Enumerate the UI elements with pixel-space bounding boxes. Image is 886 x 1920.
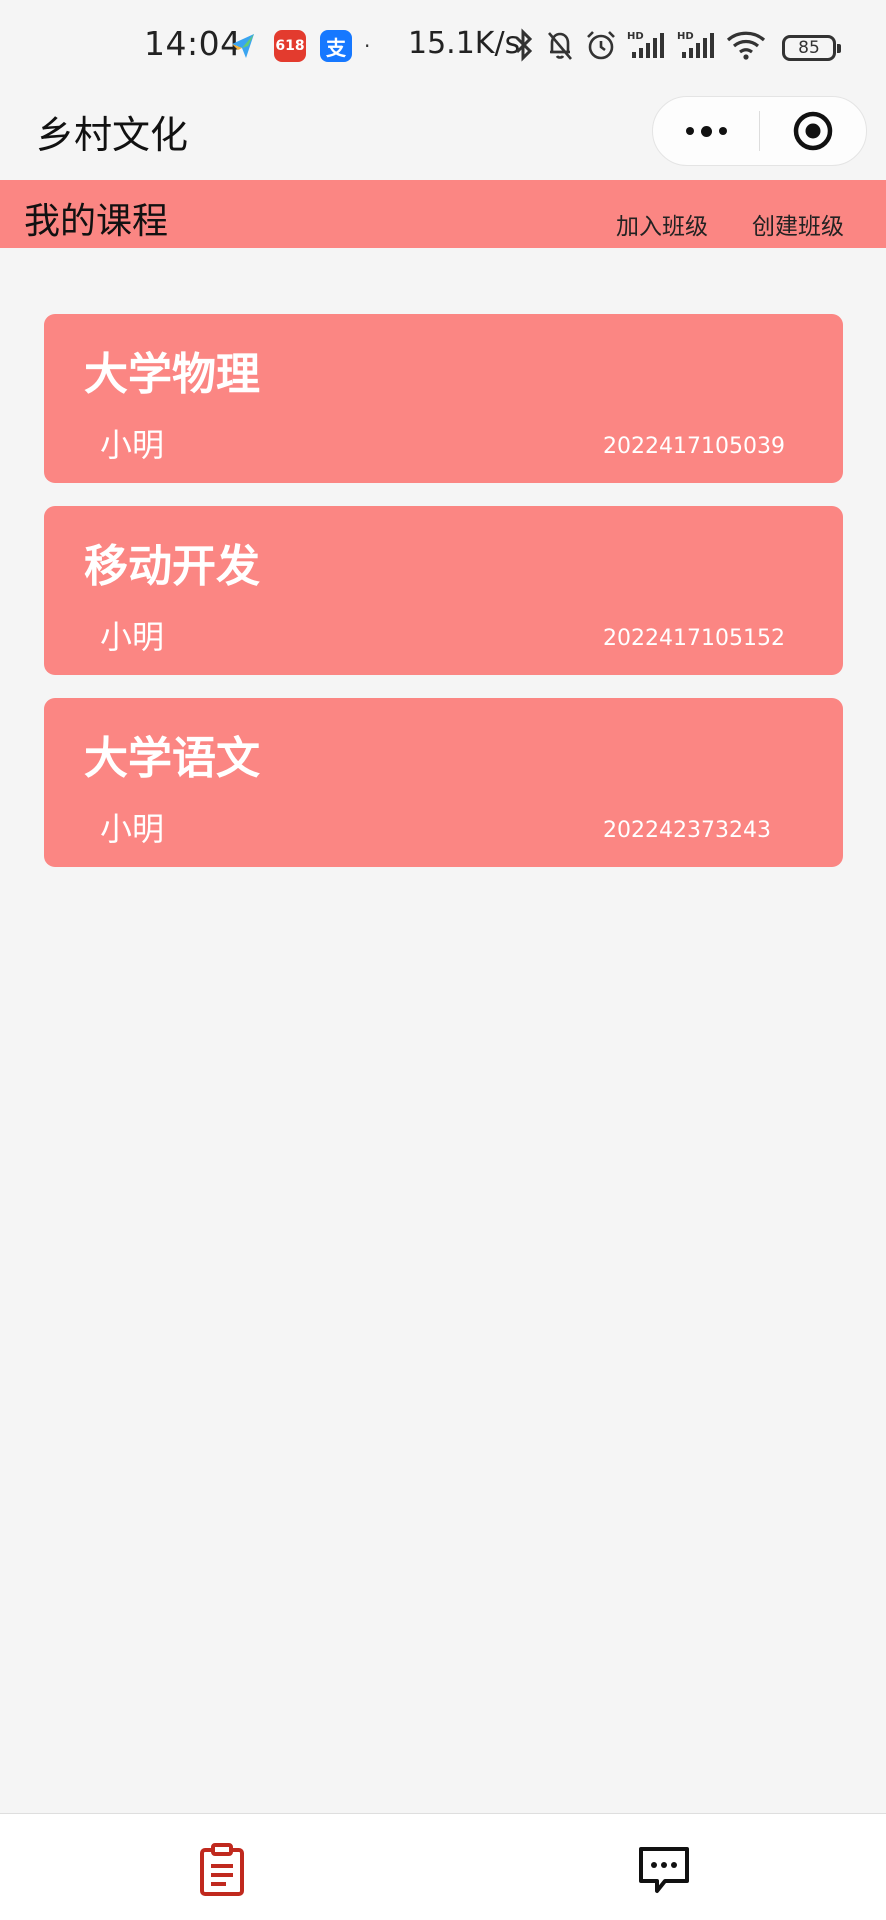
app-screen: 14:04 618 支 · 15.1K/s HD HD 85 乡村文化 我的课程… [0, 0, 886, 1920]
wifi-icon [726, 31, 766, 60]
notification-icons: 618 支 [228, 30, 352, 62]
course-card[interactable]: 大学物理 小明 2022417105039 [44, 314, 843, 483]
course-header: 我的课程 加入班级 创建班级 [0, 180, 886, 248]
join-class-button[interactable]: 加入班级 [616, 207, 708, 241]
tab-messages[interactable] [634, 1840, 694, 1900]
feishu-icon [228, 30, 260, 62]
course-card[interactable]: 大学语文 小明 202242373243 [44, 698, 843, 867]
status-dot: · [364, 34, 371, 58]
clipboard-icon [200, 1843, 244, 1896]
nav-title: 乡村文化 [36, 113, 189, 157]
network-speed: 15.1K/s [408, 26, 521, 61]
alarm-icon [587, 31, 615, 60]
jd-618-icon: 618 [274, 30, 306, 62]
more-dot-icon [700, 125, 712, 137]
course-code: 2022417105152 [603, 626, 785, 651]
create-class-button[interactable]: 创建班级 [752, 207, 844, 241]
course-name: 大学语文 [84, 733, 260, 784]
target-close-icon [793, 111, 833, 151]
course-code: 2022417105039 [603, 434, 785, 459]
close-miniprogram-button[interactable] [760, 97, 866, 165]
alipay-icon: 支 [320, 30, 352, 62]
course-name: 大学物理 [84, 349, 260, 400]
svg-text:HD: HD [677, 31, 694, 42]
nav-bar: 乡村文化 [0, 96, 886, 180]
course-list: 大学物理 小明 2022417105039 移动开发 小明 2022417105… [44, 314, 843, 890]
course-card[interactable]: 移动开发 小明 2022417105152 [44, 506, 843, 675]
mute-bell-icon [548, 32, 572, 60]
status-time: 14:04 [144, 24, 242, 63]
more-dot-icon [685, 127, 694, 135]
status-bar: 14:04 618 支 · 15.1K/s HD HD 85 [0, 0, 886, 96]
message-icon [639, 1847, 689, 1893]
course-teacher: 小明 [100, 810, 165, 848]
signal-hd-icon-2: HD [677, 31, 714, 58]
battery-level: 85 [798, 38, 820, 58]
bluetooth-icon [515, 28, 533, 62]
system-icons: HD HD [512, 28, 766, 62]
page-title: 我的课程 [24, 201, 169, 242]
more-button[interactable] [653, 97, 759, 165]
more-dot-icon [718, 127, 727, 135]
capsule-menu [652, 96, 867, 166]
course-teacher: 小明 [100, 426, 165, 464]
course-teacher: 小明 [100, 618, 165, 656]
tab-courses[interactable] [192, 1840, 252, 1900]
course-code: 202242373243 [603, 818, 771, 843]
course-name: 移动开发 [84, 541, 260, 592]
signal-hd-icon-1: HD [627, 31, 664, 58]
svg-text:HD: HD [627, 31, 644, 42]
battery-indicator: 85 [782, 35, 841, 61]
tab-bar [0, 1813, 886, 1920]
